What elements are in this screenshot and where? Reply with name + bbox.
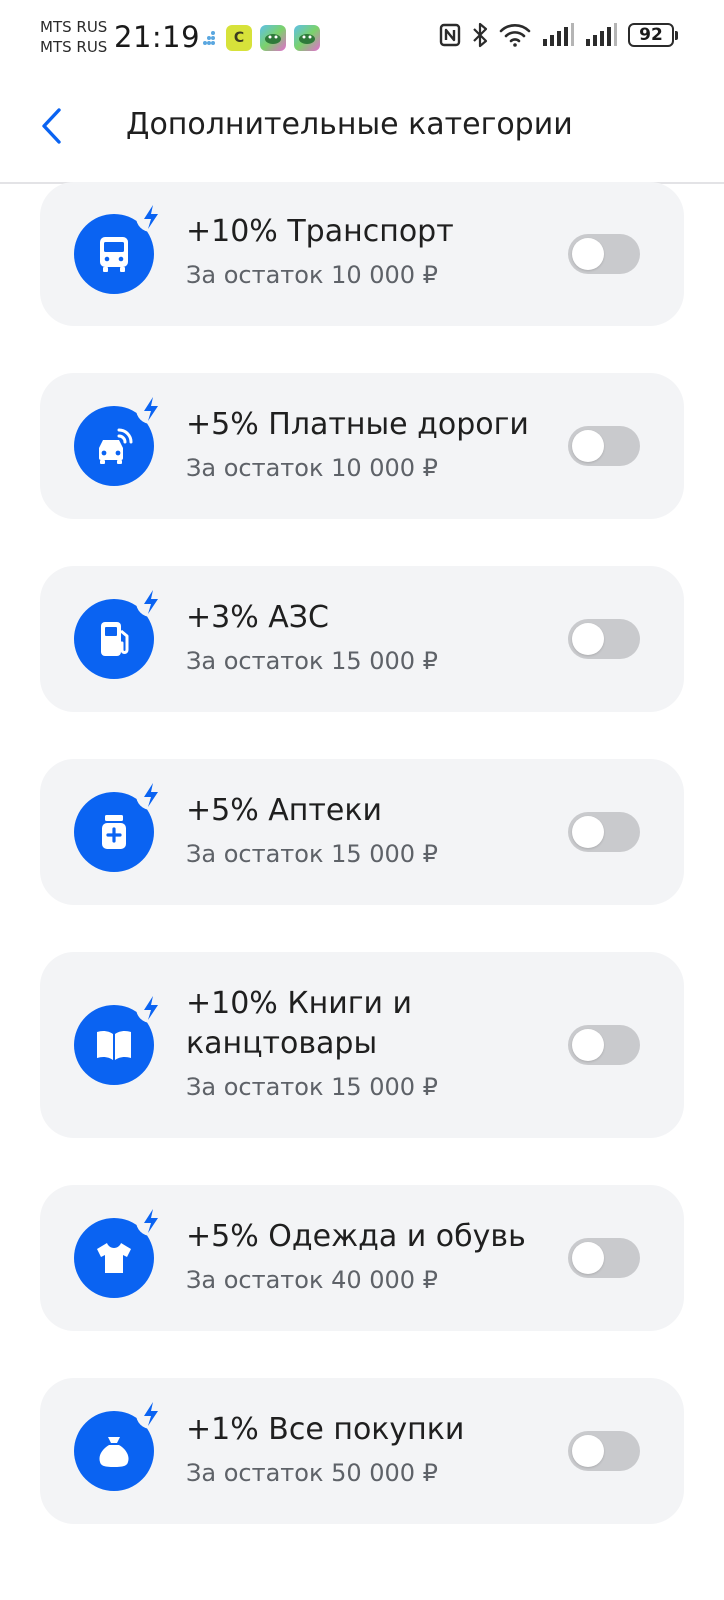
page-title: Дополнительные категории — [126, 107, 573, 142]
book-icon — [74, 993, 166, 1085]
category-toggle[interactable] — [568, 426, 640, 466]
bus-icon — [74, 202, 166, 294]
notification-icons: C — [200, 25, 320, 51]
lightning-icon — [144, 1402, 158, 1426]
category-toggle[interactable] — [568, 234, 640, 274]
signal-icon-1 — [543, 23, 574, 46]
system-icons: 92 — [439, 22, 678, 48]
category-toggle[interactable] — [568, 1431, 640, 1471]
category-subtitle: За остаток 10 000 ₽ — [186, 261, 438, 289]
category-title: +5% Одежда и обувь — [186, 1219, 526, 1254]
game-app-icon-2 — [294, 25, 320, 51]
toggle-knob — [572, 1435, 604, 1467]
dots-app-icon — [203, 31, 215, 45]
category-card-transport: +10% Транспорт За остаток 10 000 ₽ — [40, 182, 684, 326]
category-subtitle: За остаток 40 000 ₽ — [186, 1266, 438, 1294]
category-subtitle: За остаток 50 000 ₽ — [186, 1459, 438, 1487]
car-signal-icon — [74, 394, 166, 486]
lightning-icon — [144, 1209, 158, 1233]
toggle-knob — [572, 816, 604, 848]
signal-icon-2 — [586, 23, 617, 46]
medicine-bottle-icon — [74, 780, 166, 872]
chevron-left-icon — [42, 108, 61, 144]
clock: 21:19 — [114, 20, 201, 54]
carrier-1: MTS RUS — [40, 18, 108, 36]
category-title: +10% Книги и канцтовары — [186, 986, 413, 1061]
lightning-icon — [144, 397, 158, 421]
category-subtitle: За остаток 15 000 ₽ — [186, 1073, 438, 1101]
c-app-icon: C — [226, 25, 252, 51]
category-subtitle: За остаток 10 000 ₽ — [186, 454, 438, 482]
category-title: +5% Аптеки — [186, 793, 382, 828]
category-toggle[interactable] — [568, 619, 640, 659]
wifi-icon — [499, 24, 531, 47]
top-app-bar: Дополнительные категории — [0, 74, 724, 184]
lightning-icon — [144, 205, 158, 229]
category-card-toll-roads: +5% Платные дороги За остаток 10 000 ₽ — [40, 373, 684, 519]
category-subtitle: За остаток 15 000 ₽ — [186, 840, 438, 868]
toggle-knob — [572, 1029, 604, 1061]
tshirt-icon — [74, 1206, 166, 1298]
fuel-pump-icon — [74, 587, 166, 679]
category-toggle[interactable] — [568, 1238, 640, 1278]
category-card-gas-stations: +3% АЗС За остаток 15 000 ₽ — [40, 566, 684, 712]
toggle-knob — [572, 1242, 604, 1274]
category-toggle[interactable] — [568, 812, 640, 852]
category-toggle[interactable] — [568, 1025, 640, 1065]
toggle-knob — [572, 238, 604, 270]
category-title: +1% Все покупки — [186, 1412, 465, 1447]
money-bag-icon — [74, 1399, 166, 1491]
category-title: +5% Платные дороги — [186, 407, 529, 442]
nfc-icon — [439, 23, 461, 47]
category-subtitle: За остаток 15 000 ₽ — [186, 647, 438, 675]
category-title: +3% АЗС — [186, 600, 329, 635]
lightning-icon — [144, 590, 158, 614]
lightning-icon — [144, 996, 158, 1020]
category-card-all-purchases: +1% Все покупки За остаток 50 000 ₽ — [40, 1378, 684, 1524]
toggle-knob — [572, 430, 604, 462]
category-card-pharmacies: +5% Аптеки За остаток 15 000 ₽ — [40, 759, 684, 905]
category-title: +10% Транспорт — [186, 214, 454, 249]
category-card-books: +10% Книги и канцтовары За остаток 15 00… — [40, 952, 684, 1138]
carrier-2: MTS RUS — [40, 38, 108, 56]
battery-icon: 92 — [628, 23, 678, 47]
lightning-icon — [144, 783, 158, 807]
category-card-clothing: +5% Одежда и обувь За остаток 40 000 ₽ — [40, 1185, 684, 1331]
carrier-names: MTS RUS MTS RUS — [40, 17, 107, 57]
toggle-knob — [572, 623, 604, 655]
bluetooth-icon — [473, 22, 488, 48]
back-button[interactable] — [30, 104, 74, 148]
status-bar: MTS RUS MTS RUS 21:19 C 92 — [0, 0, 724, 74]
game-app-icon — [260, 25, 286, 51]
